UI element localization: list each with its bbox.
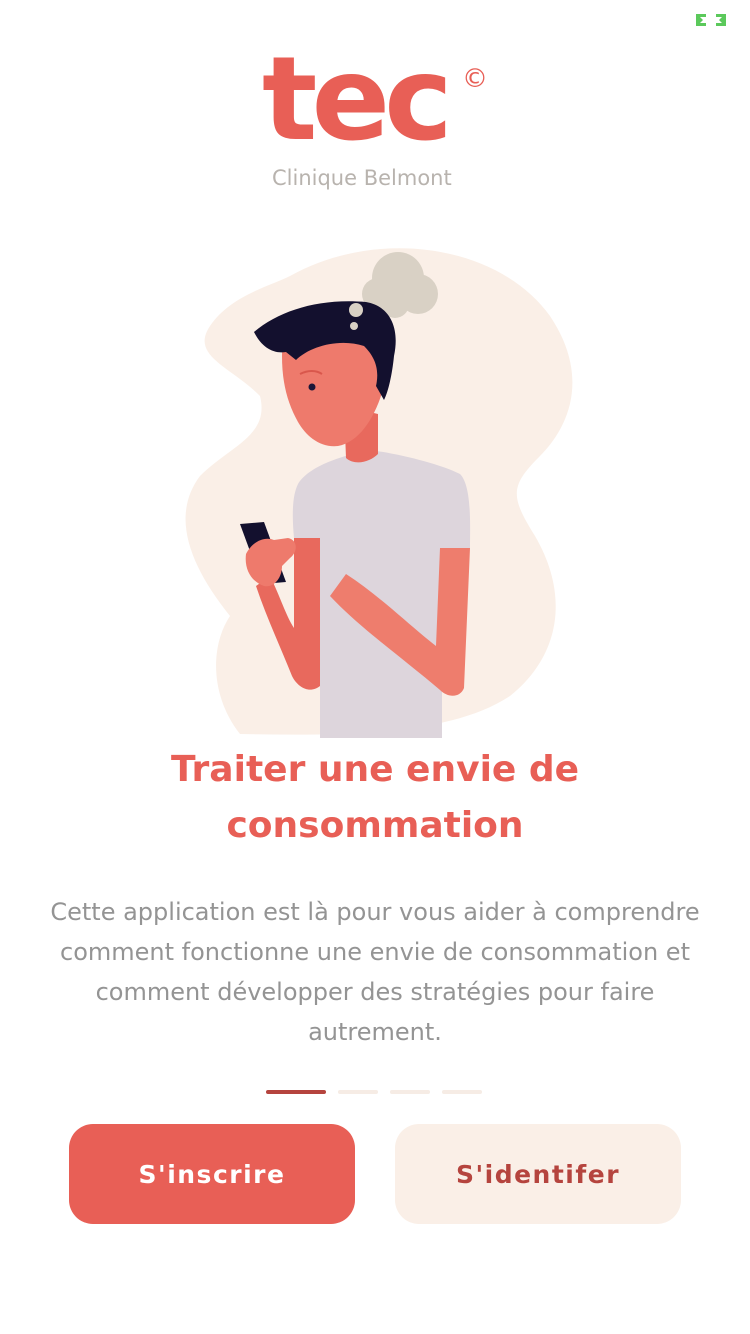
page-dot-2[interactable]	[338, 1090, 378, 1094]
onboarding-description: Cette application est là pour vous aider…	[50, 898, 700, 1046]
logo-copyright-mark: ©	[462, 64, 488, 94]
expand-arrows-icon	[696, 14, 726, 26]
person-with-phone-illustration	[185, 248, 573, 738]
brand-logo: tec © Clinique Belmont	[0, 42, 750, 200]
signup-button[interactable]: S'inscrire	[69, 1124, 355, 1224]
page-dot-1[interactable]	[266, 1090, 326, 1094]
onboarding-title: Traiter une envie de consommation	[170, 749, 580, 846]
login-button[interactable]: S'identifer	[395, 1124, 681, 1224]
logo-subtitle: Clinique Belmont	[272, 166, 452, 190]
page-indicator	[266, 1090, 482, 1094]
logo-wordmark: tec	[262, 32, 453, 167]
page-dot-3[interactable]	[390, 1090, 430, 1094]
page-dot-4[interactable]	[442, 1090, 482, 1094]
